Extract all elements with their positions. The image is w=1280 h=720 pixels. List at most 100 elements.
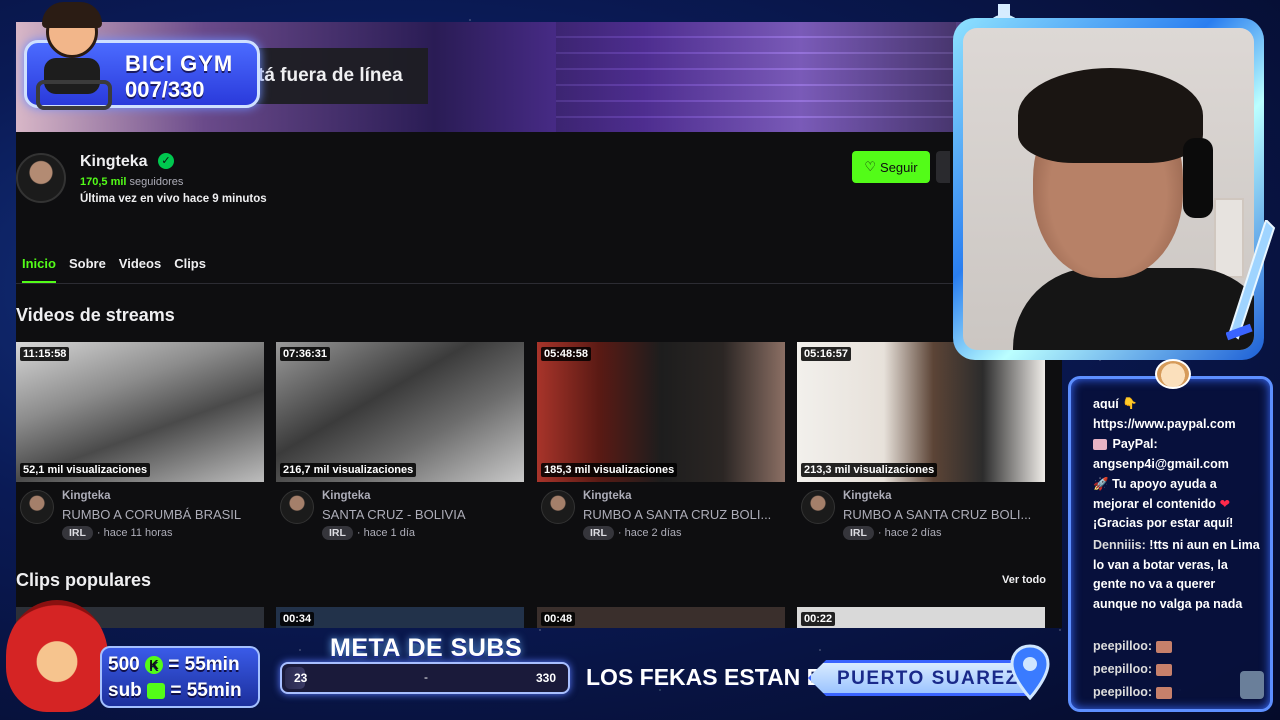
video-thumbnail[interactable]: 11:15:58 52,1 mil visualizaciones <box>16 342 264 482</box>
video-card[interactable]: 05:48:58 185,3 mil visualizaciones Kingt… <box>537 342 785 542</box>
clip-thumbnail[interactable]: 00:48 <box>537 607 785 628</box>
video-age: · hace 1 día <box>356 527 416 539</box>
followers-label: seguidores <box>129 176 184 188</box>
chat-message: PayPal: <box>1093 435 1263 455</box>
emote-icon <box>1155 640 1172 653</box>
subs-rate-line: 500 K = 55min <box>108 654 240 676</box>
chat-username[interactable]: peepilloo: <box>1093 685 1152 699</box>
video-duration: 07:36:31 <box>280 347 331 361</box>
video-meta: Kingteka RUMBO A SANTA CRUZ BOLI... IRL … <box>537 482 785 542</box>
follow-button[interactable]: ♡ Seguir <box>852 151 930 183</box>
mascot-hair <box>42 2 102 28</box>
category-tag[interactable]: IRL <box>62 526 93 540</box>
bici-gym-count: 007/330 <box>125 77 205 102</box>
chat-username[interactable]: peepilloo: <box>1093 639 1152 653</box>
offline-notice: tá fuera de línea <box>248 48 428 104</box>
chat-message: 🚀 Tu apoyo ayuda a mejorar el contenido … <box>1093 475 1263 514</box>
video-thumbnail[interactable]: 07:36:31 216,7 mil visualizaciones <box>276 342 524 482</box>
follow-label: Seguir <box>880 159 918 175</box>
clip-duration: 00:48 <box>541 612 576 626</box>
video-card[interactable]: 07:36:31 216,7 mil visualizaciones Kingt… <box>276 342 524 542</box>
webcam-frame <box>953 18 1264 360</box>
more-options-button[interactable] <box>936 151 950 183</box>
video-card[interactable]: 11:15:58 52,1 mil visualizaciones Kingte… <box>16 342 264 542</box>
streamer-body <box>1013 268 1254 350</box>
tab-clips[interactable]: Clips <box>174 256 206 283</box>
video-title[interactable]: RUMBO A CORUMBÁ BRASIL <box>62 507 262 522</box>
sub-goal-title: META DE SUBS <box>330 634 523 662</box>
subs-rate-line: sub = 55min <box>108 680 242 702</box>
video-age: · hace 2 días <box>877 527 942 539</box>
chat-panel: aquí 👇 https://www.paypal.com PayPal: an… <box>1068 359 1273 712</box>
mail-icon <box>1093 439 1107 451</box>
chat-message: peepilloo: <box>1093 660 1263 680</box>
chat-username[interactable]: Denniiis: <box>1093 538 1146 552</box>
video-meta: Kingteka RUMBO A CORUMBÁ BRASIL IRL · ha… <box>16 482 264 542</box>
video-title[interactable]: SANTA CRUZ - BOLIVIA <box>322 507 522 522</box>
video-thumbnail[interactable]: 05:16:57 213,3 mil visualizaciones <box>797 342 1045 482</box>
verified-icon: ✓ <box>158 153 174 169</box>
video-info-row: IRL · hace 11 horas <box>62 526 173 540</box>
webcam-feed <box>963 28 1254 350</box>
kicks-amount: 500 <box>108 654 140 675</box>
chat-username[interactable]: peepilloo: <box>1093 662 1152 676</box>
video-channel[interactable]: Kingteka <box>322 490 371 502</box>
video-views: 185,3 mil visualizaciones <box>541 463 678 477</box>
sub-goal-current: 23 <box>294 671 308 685</box>
bot-icon <box>1240 671 1264 699</box>
chat-text: PayPal: <box>1112 437 1158 451</box>
clip-thumbnail[interactable]: 00:22 <box>797 607 1045 628</box>
category-tag[interactable]: IRL <box>322 526 353 540</box>
headphones-icon <box>1183 138 1213 218</box>
video-channel[interactable]: Kingteka <box>62 490 111 502</box>
channel-name[interactable]: Kingteka <box>80 153 148 171</box>
video-title[interactable]: RUMBO A SANTA CRUZ BOLI... <box>843 507 1043 522</box>
heart-icon: ❤ <box>1219 496 1230 511</box>
tab-videos[interactable]: Videos <box>119 256 161 283</box>
channel-page: tá fuera de línea Kingteka ✓ 170,5 mil s… <box>16 22 1062 628</box>
video-duration: 05:16:57 <box>801 347 852 361</box>
location-label: LOS FEKAS ESTAN EN: <box>586 664 847 690</box>
banner-artwork <box>556 22 956 132</box>
chat-message: angsenp4i@gmail.com <box>1093 457 1229 471</box>
bike-icon <box>36 80 112 110</box>
video-age: · hace 11 horas <box>96 527 173 539</box>
video-title[interactable]: RUMBO A SANTA CRUZ BOLI... <box>583 507 783 522</box>
category-tag[interactable]: IRL <box>583 526 614 540</box>
dragon-mascot-icon <box>6 600 108 712</box>
sub-label: sub <box>108 680 142 701</box>
video-age: · hace 2 días <box>617 527 682 539</box>
chat-text: Tu apoyo ayuda a mejorar el contenido <box>1093 477 1217 511</box>
video-info-row: IRL · hace 1 día <box>322 526 415 540</box>
avatar[interactable] <box>20 490 54 524</box>
chat-message: ¡Gracias por estar aquí! <box>1093 516 1234 530</box>
heart-icon: ♡ <box>864 159 877 174</box>
video-channel[interactable]: Kingteka <box>583 490 632 502</box>
clip-thumbnail[interactable]: 00:34 <box>276 607 524 628</box>
bici-gym-title: BICI GYM <box>125 51 234 76</box>
video-meta: Kingteka SANTA CRUZ - BOLIVIA IRL · hace… <box>276 482 524 542</box>
video-channel[interactable]: Kingteka <box>843 490 892 502</box>
emote-icon <box>1155 663 1172 676</box>
video-card[interactable]: 05:16:57 213,3 mil visualizaciones Kingt… <box>797 342 1045 542</box>
location-banner: PUERTO SUAREZ <box>808 660 1034 696</box>
video-info-row: IRL · hace 2 días <box>583 526 682 540</box>
see-all-link[interactable]: Ver todo <box>1002 574 1046 586</box>
chat-message[interactable]: https://www.paypal.com <box>1093 415 1263 435</box>
tab-inicio[interactable]: Inicio <box>22 256 56 283</box>
sub-goal-separator: - <box>424 670 428 684</box>
video-duration: 11:15:58 <box>20 347 70 361</box>
hamster-icon <box>1155 359 1191 389</box>
kick-coin-icon: K <box>144 655 163 674</box>
category-tag[interactable]: IRL <box>843 526 874 540</box>
video-views: 52,1 mil visualizaciones <box>20 463 151 477</box>
map-pin-icon <box>1010 644 1050 701</box>
sub-value: = 55min <box>170 680 242 701</box>
rocket-icon: 🚀 <box>1093 477 1109 491</box>
channel-avatar[interactable] <box>16 153 66 203</box>
avatar[interactable] <box>801 490 835 524</box>
avatar[interactable] <box>541 490 575 524</box>
tab-sobre[interactable]: Sobre <box>69 256 106 283</box>
video-thumbnail[interactable]: 05:48:58 185,3 mil visualizaciones <box>537 342 785 482</box>
avatar[interactable] <box>280 490 314 524</box>
